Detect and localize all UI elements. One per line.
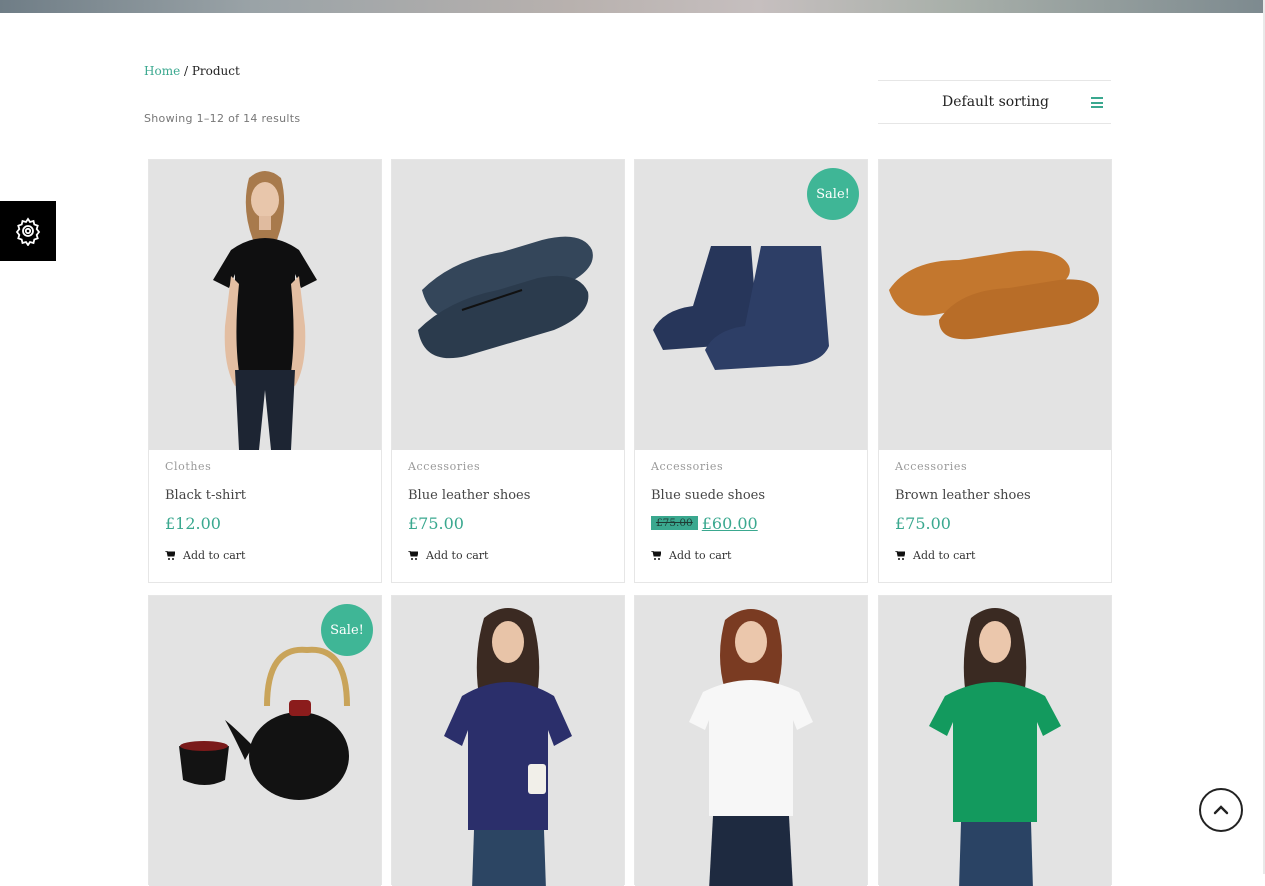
product-name[interactable]: Black t-shirt	[165, 488, 246, 503]
add-to-cart-button[interactable]: Add to cart	[165, 549, 245, 562]
product-image-navy-tshirt[interactable]	[392, 596, 624, 886]
product-card[interactable]: Sale! Accessories Blue suede shoes £75.0…	[634, 159, 868, 583]
product-category[interactable]: Accessories	[895, 460, 967, 473]
blue-leather-shoes-image	[418, 236, 593, 359]
product-card[interactable]: Clothes Black t-shirt £12.00 Add to cart	[148, 159, 382, 583]
breadcrumb-separator: /	[180, 64, 192, 78]
product-price: £75.00 £60.00	[651, 514, 758, 533]
product-card[interactable]	[391, 595, 625, 886]
cart-icon	[895, 551, 905, 560]
product-card[interactable]: Accessories Brown leather shoes £75.00 A…	[878, 159, 1112, 583]
cart-icon	[408, 551, 418, 560]
product-category[interactable]: Accessories	[651, 460, 723, 473]
add-to-cart-button[interactable]: Add to cart	[651, 549, 731, 562]
product-category[interactable]: Accessories	[408, 460, 480, 473]
product-price: £75.00	[408, 514, 464, 533]
sale-price: £60.00	[701, 514, 758, 533]
product-image-brown-leather-shoes[interactable]	[879, 160, 1111, 450]
product-price: £75.00	[895, 514, 951, 533]
sorting-label: Default sorting	[942, 94, 1049, 110]
add-to-cart-label: Add to cart	[913, 549, 976, 562]
product-image-blue-suede-shoes[interactable]: Sale!	[635, 160, 867, 450]
menu-icon	[1091, 97, 1103, 108]
sale-badge: Sale!	[321, 604, 373, 656]
cart-icon	[651, 551, 661, 560]
woman-black-shirt-image	[213, 171, 317, 450]
product-price: £12.00	[165, 514, 221, 533]
sale-badge: Sale!	[807, 168, 859, 220]
product-name[interactable]: Brown leather shoes	[895, 488, 1031, 503]
add-to-cart-button[interactable]: Add to cart	[895, 549, 975, 562]
product-card[interactable]	[878, 595, 1112, 886]
settings-toggle-button[interactable]	[0, 201, 56, 261]
product-image-teapot[interactable]: Sale!	[149, 596, 381, 886]
product-name[interactable]: Blue leather shoes	[408, 488, 530, 503]
cart-icon	[165, 551, 175, 560]
add-to-cart-label: Add to cart	[183, 549, 246, 562]
add-to-cart-button[interactable]: Add to cart	[408, 549, 488, 562]
product-card[interactable]	[634, 595, 868, 886]
sorting-select[interactable]: Default sorting	[878, 80, 1111, 124]
product-image-green-tshirt[interactable]	[879, 596, 1111, 886]
product-card[interactable]: Accessories Blue leather shoes £75.00 Ad…	[391, 159, 625, 583]
brown-leather-shoes-image	[889, 250, 1099, 340]
product-name[interactable]: Blue suede shoes	[651, 488, 765, 503]
breadcrumb-home-link[interactable]: Home	[144, 64, 180, 78]
breadcrumb: Home / Product	[144, 64, 240, 78]
chevron-up-icon	[1213, 805, 1229, 815]
woman-green-tshirt-image	[929, 608, 1061, 886]
header-banner-strip	[0, 0, 1265, 13]
product-image-black-tshirt[interactable]	[149, 160, 381, 450]
scroll-to-top-button[interactable]	[1199, 788, 1243, 832]
woman-white-tshirt-image	[689, 609, 813, 886]
original-price: £75.00	[651, 516, 698, 530]
add-to-cart-label: Add to cart	[669, 549, 732, 562]
product-image-white-tshirt[interactable]	[635, 596, 867, 886]
breadcrumb-current: Product	[191, 64, 240, 78]
result-count: Showing 1–12 of 14 results	[144, 112, 301, 125]
woman-navy-tshirt-image	[444, 608, 572, 886]
product-card[interactable]: Sale!	[148, 595, 382, 886]
add-to-cart-label: Add to cart	[426, 549, 489, 562]
product-image-blue-leather-shoes[interactable]	[392, 160, 624, 450]
gear-icon	[15, 217, 41, 246]
product-category[interactable]: Clothes	[165, 460, 211, 473]
